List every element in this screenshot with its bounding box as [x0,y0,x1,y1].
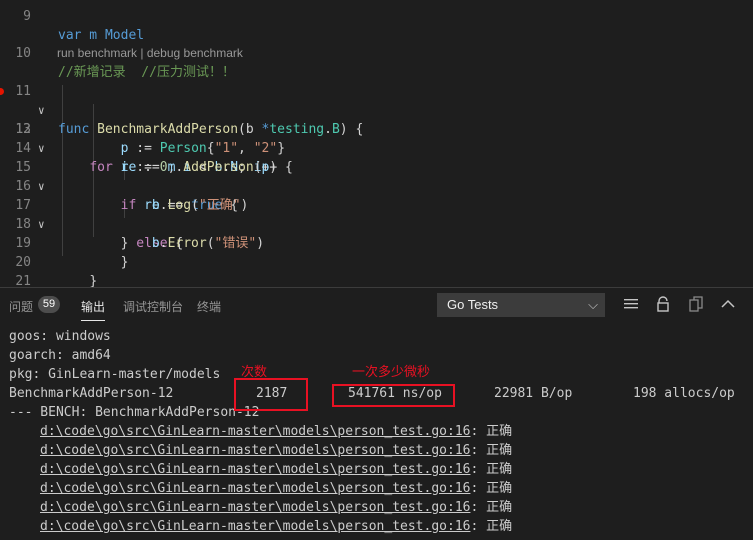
tab-debug-console[interactable]: 调试控制台 [123,298,183,315]
breakpoint-icon[interactable] [0,88,4,95]
tab-problems[interactable]: 问题 [9,298,33,315]
separator: : [470,500,479,515]
code-line-15: 15 ∨ if re == true { [0,139,753,213]
log-message: 正确 [486,443,513,458]
code-line-14: 14 re := m.AddPerson(p) [0,120,753,175]
log-line: d:\code\go\src\GinLearn-master\models\pe… [40,517,512,536]
file-link[interactable]: d:\code\go\src\GinLearn-master\models\pe… [40,500,470,515]
annotation-ns-op-box [332,384,455,407]
separator: : [470,443,479,458]
problems-count-badge: 59 [38,296,60,313]
output-channel-select[interactable]: Go Tests ⌵ [437,293,605,317]
log-message: 正确 [486,481,513,496]
code-line-11: 11 ∨ func BenchmarkAddPerson(b *testing.… [0,63,753,137]
lock-icon[interactable] [655,296,671,312]
list-filter-icon[interactable] [623,296,639,312]
log-line: d:\code\go\src\GinLearn-master\models\pe… [40,441,512,460]
log-message: 正确 [486,500,513,515]
separator: : [470,424,479,439]
separator: : [470,481,479,496]
log-line: d:\code\go\src\GinLearn-master\models\pe… [40,422,512,441]
chevron-up-icon[interactable] [720,296,736,312]
log-message: 正确 [486,424,513,439]
output-line: goarch: amd64 [9,348,111,363]
file-link[interactable]: d:\code\go\src\GinLearn-master\models\pe… [40,481,470,496]
file-link[interactable]: d:\code\go\src\GinLearn-master\models\pe… [40,462,470,477]
log-line: d:\code\go\src\GinLearn-master\models\pe… [40,498,512,517]
code-line-10: 10 //新增记录 //压力测试！！ [0,25,753,80]
separator: : [470,462,479,477]
log-line: d:\code\go\src\GinLearn-master\models\pe… [40,479,512,498]
file-link[interactable]: d:\code\go\src\GinLearn-master\models\pe… [40,519,470,534]
log-message: 正确 [486,462,513,477]
panel-header: 问题 59 输出 调试控制台 终端 Go Tests ⌵ [0,287,753,322]
benchmark-bytes-per-op: 22981 B/op [494,386,573,401]
code-line-12: 12 ∨ for i := 0; i < b.N; i++ { [0,82,753,175]
output-line: pkg: GinLearn-master/models [9,367,221,382]
annotation-per-op-label: 一次多少微秒 [352,364,431,379]
annotation-iterations-box [234,378,308,411]
code-editor[interactable]: 9 var m Model 10 //新增记录 //压力测试！！ run ben… [0,0,753,287]
log-message: 正确 [486,519,513,534]
file-link[interactable]: d:\code\go\src\GinLearn-master\models\pe… [40,443,470,458]
log-line: d:\code\go\src\GinLearn-master\models\pe… [40,460,512,479]
benchmark-allocs-per-op: 198 allocs/op [633,386,735,401]
line-number: 10 [15,46,31,61]
code-line-16: 16 b.Log("正确") [0,158,753,213]
code-line-18: 18 b.Error("错误") [0,196,753,251]
code-line-17: 17 ∨ } else { [0,177,753,251]
tab-terminal[interactable]: 终端 [197,298,221,315]
code-line-21: 21 [0,253,753,287]
copy-icon[interactable] [688,296,704,312]
line-number: 9 [23,9,31,24]
file-link[interactable]: d:\code\go\src\GinLearn-master\models\pe… [40,424,470,439]
output-channel-value: Go Tests [447,297,499,312]
tab-output[interactable]: 输出 [81,298,106,321]
benchmark-name: BenchmarkAddPerson-12 [9,386,174,401]
output-panel[interactable]: goos: windows goarch: amd64 pkg: GinLear… [0,321,753,540]
output-line: goos: windows [9,329,111,344]
code-line-19: 19 } [0,215,753,270]
code-line-22: 22 } [0,272,753,287]
code-line-13: 13 p := Person{"1", "2"} [0,101,753,156]
chevron-down-icon: ⌵ [588,297,598,312]
code-line-20: 20 } [0,234,753,287]
code-line-9: 9 var m Model [0,0,753,43]
codelens-run-benchmark[interactable]: run benchmark | debug benchmark [57,46,243,60]
separator: : [470,519,479,534]
bench-header: --- BENCH: BenchmarkAddPerson-12 [9,405,260,420]
